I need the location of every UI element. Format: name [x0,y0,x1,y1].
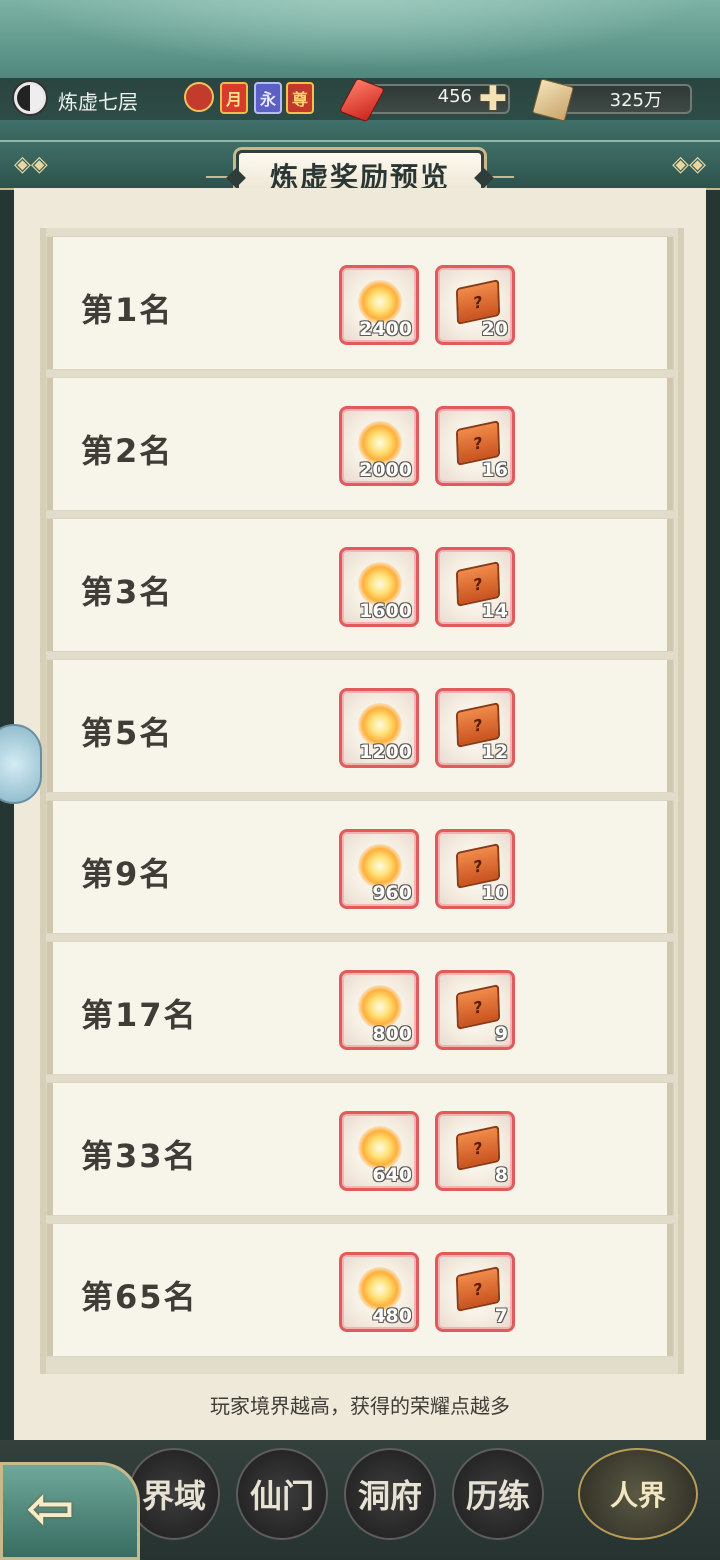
back-arrow-icon[interactable]: ⇦ [26,1478,126,1538]
badge-month-icon[interactable]: 月 [220,82,248,114]
mystery-box-item[interactable]: ? 8 [435,1111,515,1191]
item-count: 800 [372,1023,412,1045]
top-glow [0,0,720,70]
reward-row: 第2名 2000 ? 16 [46,377,674,511]
reward-row: 第3名 1600 ? 14 [46,518,674,652]
nav-training-button[interactable]: 历练 [452,1448,544,1540]
side-pet-handle-icon[interactable] [0,724,42,804]
mystery-box-item[interactable]: ? 16 [435,406,515,486]
mystery-box-item[interactable]: ? 10 [435,829,515,909]
rank-label: 第17名 [81,996,198,1034]
glory-point-item[interactable]: 2000 [339,406,419,486]
mystery-box-item[interactable]: ? 12 [435,688,515,768]
item-count: 9 [494,1023,508,1045]
mystery-box-item[interactable]: ? 9 [435,970,515,1050]
badge-forever-icon[interactable]: 永 [254,82,282,114]
glory-point-item[interactable]: 1200 [339,688,419,768]
item-count: 20 [481,318,508,340]
glory-point-item[interactable]: 2400 [339,265,419,345]
reward-row: 第65名 480 ? 7 [46,1223,674,1357]
mystery-box-icon: ? [455,984,501,1030]
reward-row: 第5名 1200 ? 12 [46,659,674,793]
rank-label: 第1名 [81,291,174,329]
glory-point-item[interactable]: 960 [339,829,419,909]
item-count: 1200 [359,741,412,763]
reward-row: 第9名 960 ? 10 [46,800,674,934]
item-count: 10 [481,882,508,904]
item-count: 640 [372,1164,412,1186]
item-count: 16 [481,459,508,481]
glory-point-item[interactable]: 1600 [339,547,419,627]
mystery-box-item[interactable]: ? 7 [435,1252,515,1332]
cloud-ornament-right-icon: ◈◈ [672,152,706,177]
rank-label: 第2名 [81,432,174,470]
item-count: 14 [481,600,508,622]
cloud-ornament-left-icon: ◈◈ [14,152,48,177]
item-count: 2400 [359,318,412,340]
rank-label: 第5名 [81,714,174,752]
item-count: 8 [494,1164,508,1186]
gem-resource-value: 456 [437,86,472,107]
scroll-resource-value: 325万 [609,90,662,111]
item-count: 480 [372,1305,412,1327]
glory-point-item[interactable]: 640 [339,1111,419,1191]
rank-label: 第3名 [81,573,174,611]
rank-label: 第9名 [81,855,174,893]
mystery-box-item[interactable]: ? 14 [435,547,515,627]
add-gem-plus-icon[interactable]: ✚ [476,82,510,116]
realm-label: 炼虚七层 [58,90,138,114]
item-count: 960 [372,882,412,904]
mystery-box-item[interactable]: ? 20 [435,265,515,345]
reward-row: 第1名 2400 ? 20 [46,236,674,370]
nav-human-world-button[interactable]: 人界 [578,1448,698,1540]
mystery-box-icon: ? [455,1266,501,1312]
nav-realm-domain-button[interactable]: 界域 [128,1448,220,1540]
mystery-box-icon: ? [455,1125,501,1171]
footer-note: 玩家境界越高，获得的荣耀点越多 [210,1394,510,1418]
badge-honor-icon[interactable]: 尊 [286,82,314,114]
glory-point-item[interactable]: 480 [339,1252,419,1332]
item-count: 7 [494,1305,508,1327]
item-count: 2000 [359,459,412,481]
glory-point-item[interactable]: 800 [339,970,419,1050]
reward-row: 第33名 640 ? 8 [46,1082,674,1216]
rank-label: 第33名 [81,1137,198,1175]
nav-cave-button[interactable]: 洞府 [344,1448,436,1540]
badge-vip-icon[interactable] [184,82,214,112]
item-count: 1600 [359,600,412,622]
nav-sect-button[interactable]: 仙门 [236,1448,328,1540]
item-count: 12 [481,741,508,763]
rank-label: 第65名 [81,1278,198,1316]
yin-yang-icon[interactable] [12,80,48,116]
reward-row: 第17名 800 ? 9 [46,941,674,1075]
